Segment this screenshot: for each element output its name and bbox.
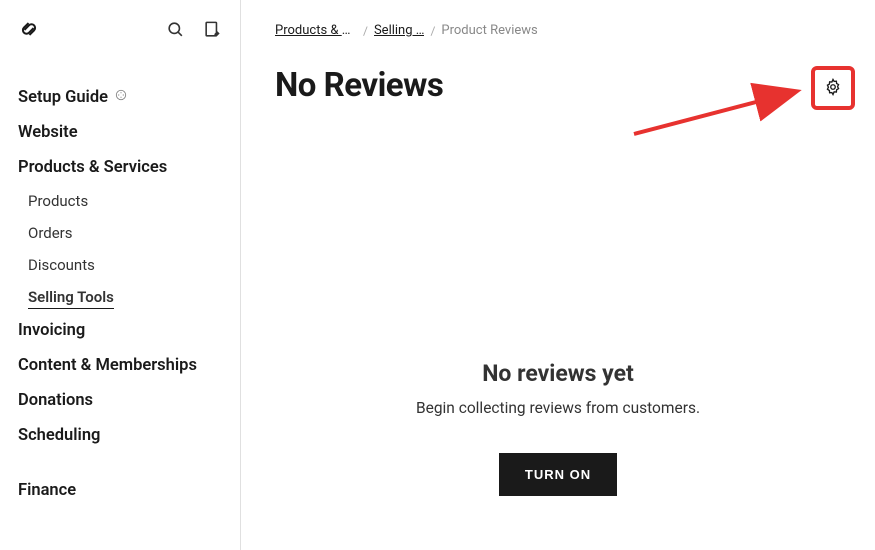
breadcrumb-separator: / — [363, 24, 368, 38]
nav-setup-guide[interactable]: Setup Guide — [18, 80, 222, 115]
nav-item-label: Products & Services — [18, 158, 167, 177]
subnav-products[interactable]: Products — [28, 185, 222, 217]
nav-finance[interactable]: Finance — [18, 473, 222, 508]
breadcrumb-selling-tools[interactable]: Selling … — [374, 23, 425, 38]
nav-item-label: Invoicing — [18, 321, 85, 340]
nav-website[interactable]: Website — [18, 115, 222, 150]
nav-item-label: Website — [18, 123, 78, 142]
sidebar: Setup Guide Website Products & Services … — [0, 0, 241, 550]
empty-state-title: No reviews yet — [482, 360, 634, 387]
subnav-item-label: Selling Tools — [28, 288, 114, 309]
subnav-products-services: Products Orders Discounts Selling Tools — [18, 185, 222, 313]
settings-button[interactable] — [811, 66, 855, 110]
empty-state-subtitle: Begin collecting reviews from customers. — [416, 399, 700, 417]
subnav-item-label: Discounts — [28, 256, 95, 274]
nav-item-label: Finance — [18, 481, 76, 500]
subnav-discounts[interactable]: Discounts — [28, 249, 222, 281]
subnav-item-label: Products — [28, 192, 88, 210]
subnav-item-label: Orders — [28, 224, 73, 242]
nav-spacer — [18, 453, 222, 473]
nav-invoicing[interactable]: Invoicing — [18, 313, 222, 348]
sparkle-icon — [114, 88, 128, 107]
nav-donations[interactable]: Donations — [18, 383, 222, 418]
page-title: No Reviews — [275, 66, 855, 105]
sidebar-header — [0, 18, 240, 80]
nav-item-label: Donations — [18, 391, 93, 410]
main-content: Products & S… / Selling … / Product Revi… — [241, 0, 875, 550]
turn-on-button[interactable]: TURN ON — [499, 453, 617, 496]
nav-item-label: Content & Memberships — [18, 356, 197, 375]
notes-icon[interactable] — [203, 20, 222, 39]
primary-nav: Setup Guide Website Products & Services … — [0, 80, 240, 508]
breadcrumb-separator: / — [430, 24, 435, 38]
subnav-orders[interactable]: Orders — [28, 217, 222, 249]
search-icon[interactable] — [166, 20, 185, 39]
empty-state: No reviews yet Begin collecting reviews … — [241, 360, 875, 496]
gear-icon — [824, 78, 842, 99]
squarespace-logo-icon[interactable] — [18, 18, 40, 40]
breadcrumb-products-services[interactable]: Products & S… — [275, 23, 357, 38]
nav-item-label: Scheduling — [18, 426, 100, 445]
nav-scheduling[interactable]: Scheduling — [18, 418, 222, 453]
nav-item-label: Setup Guide — [18, 88, 108, 107]
breadcrumb-current: Product Reviews — [441, 23, 537, 38]
nav-products-services[interactable]: Products & Services — [18, 150, 222, 185]
breadcrumb: Products & S… / Selling … / Product Revi… — [275, 23, 855, 38]
subnav-selling-tools[interactable]: Selling Tools — [28, 281, 222, 313]
nav-content-memberships[interactable]: Content & Memberships — [18, 348, 222, 383]
